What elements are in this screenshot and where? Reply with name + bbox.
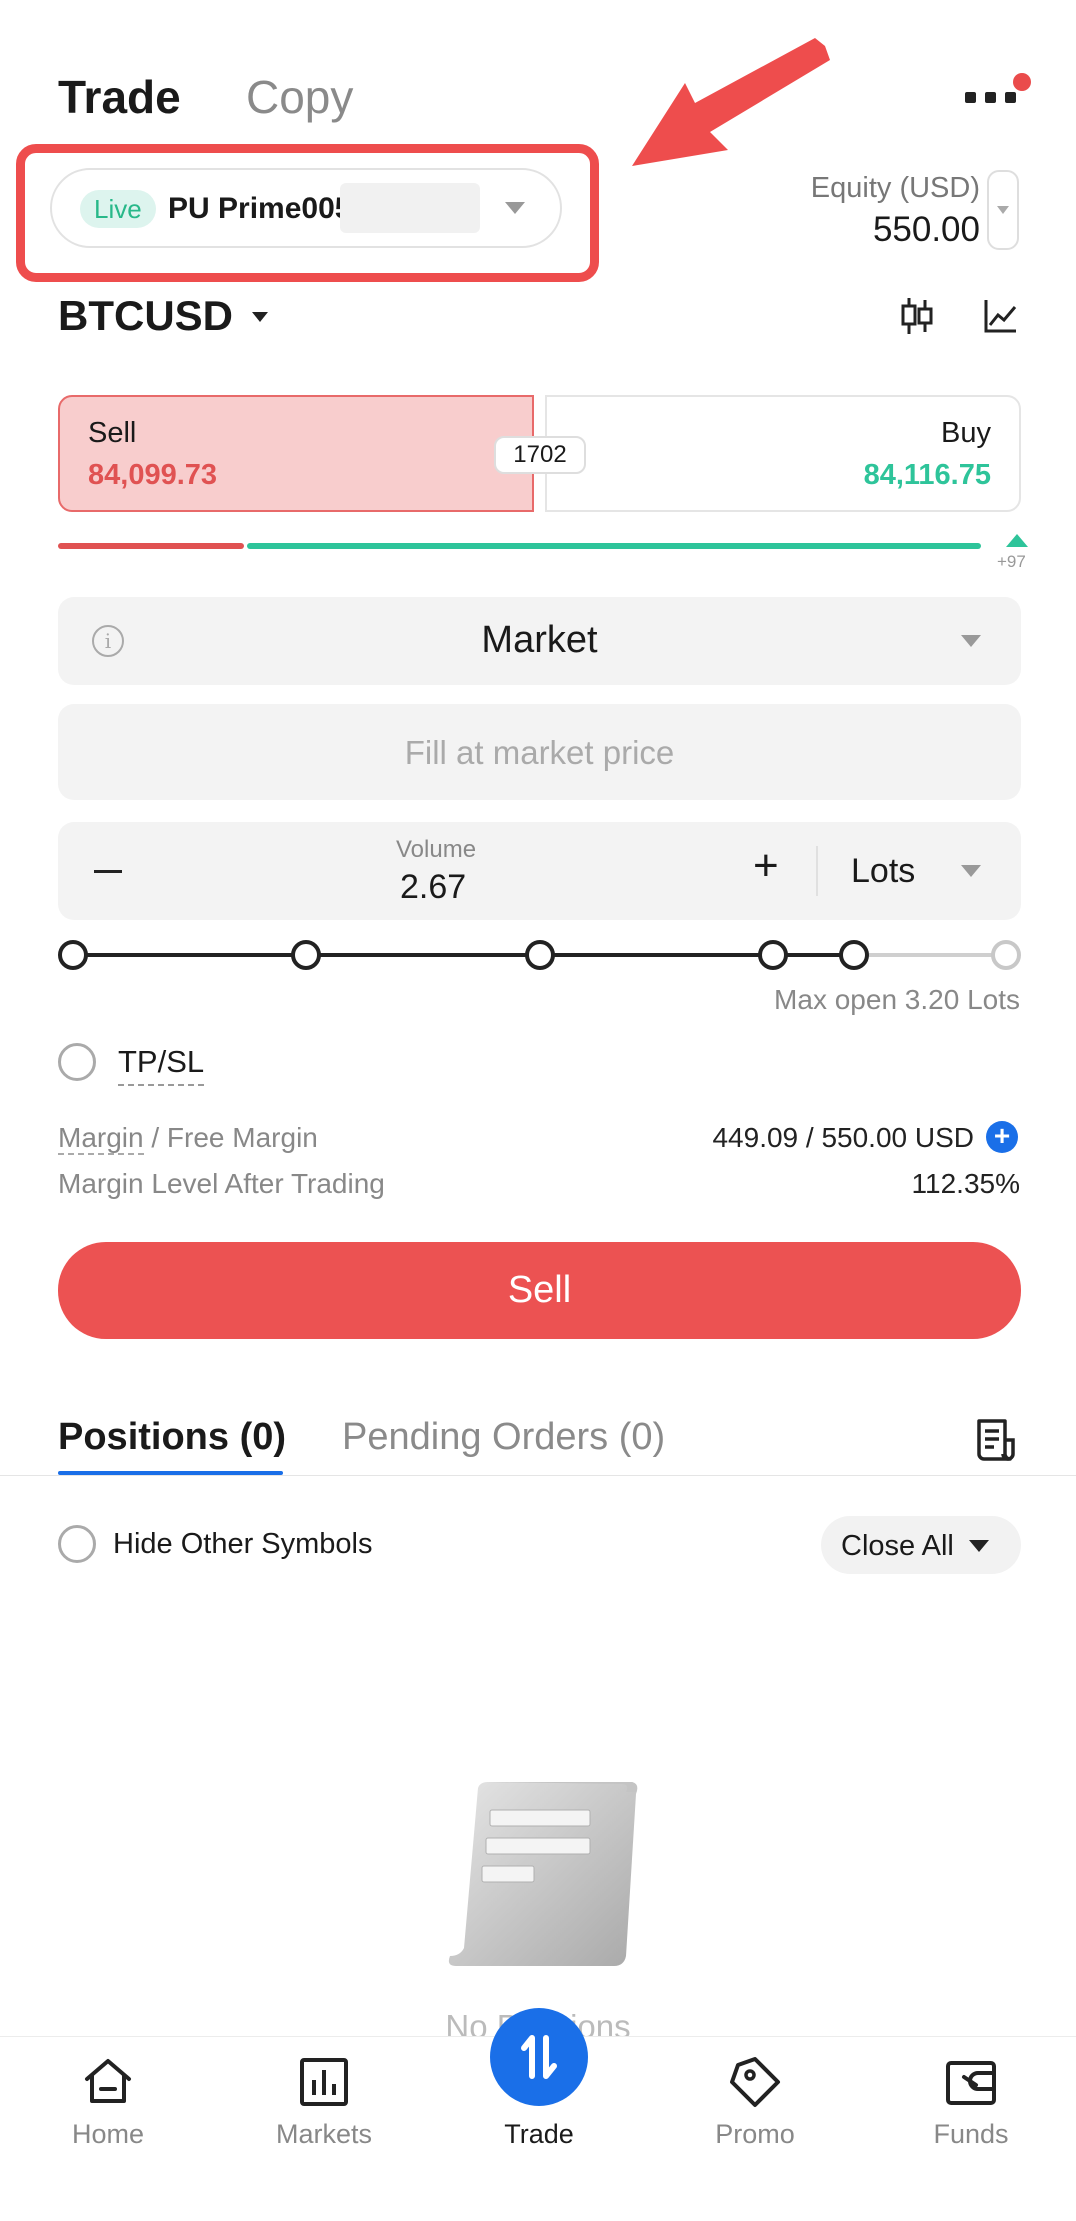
candlestick-chart-icon[interactable]	[900, 296, 934, 336]
nav-funds-label: Funds	[933, 2119, 1009, 2149]
history-document-icon[interactable]	[975, 1418, 1017, 1462]
volume-stepper[interactable]: Volume 2.67 + Lots	[58, 822, 1021, 920]
nav-funds[interactable]: Funds	[901, 2055, 1041, 2150]
trade-icon	[521, 2035, 557, 2079]
tab-copy[interactable]: Copy	[246, 70, 353, 124]
nav-promo-label: Promo	[715, 2119, 795, 2149]
volume-input[interactable]: 2.67	[400, 868, 466, 907]
funds-icon	[946, 2061, 996, 2105]
nav-promo[interactable]: Promo	[685, 2055, 825, 2150]
buy-quote-button[interactable]: Buy 84,116.75	[545, 395, 1021, 512]
plus-icon[interactable]: +	[753, 844, 779, 888]
sell-label: Sell	[88, 417, 137, 449]
sell-price: 84,099.73	[88, 459, 218, 491]
margin-level-row: Margin Level After Trading 112.35%	[58, 1168, 1020, 1200]
max-open-label: Max open 3.20 Lots	[774, 984, 1020, 1015]
margin-row: Margin / Free Margin 449.09 / 550.00 USD	[58, 1122, 1020, 1155]
buy-label: Buy	[941, 417, 991, 449]
line-chart-icon[interactable]	[984, 298, 1018, 334]
free-margin-label: / Free Margin	[143, 1122, 318, 1153]
price-field: Fill at market price	[58, 704, 1021, 800]
chevron-down-icon[interactable]	[505, 202, 525, 214]
sentiment-delta: +97	[997, 552, 1026, 571]
price-placeholder: Fill at market price	[404, 734, 675, 771]
margin-level-label: Margin Level After Trading	[58, 1168, 385, 1199]
buy-price: 84,116.75	[863, 459, 991, 491]
tab-positions[interactable]: Positions (0)	[58, 1416, 286, 1459]
volume-slider-track[interactable]	[854, 953, 1004, 957]
nav-home-label: Home	[71, 2119, 145, 2149]
margin-value: 449.09 / 550.00 USD	[712, 1122, 974, 1153]
chevron-down-icon	[961, 635, 981, 647]
nav-markets-label: Markets	[275, 2119, 373, 2149]
trade-fab-button[interactable]	[490, 2008, 588, 2106]
equity-label: Equity (USD)	[810, 172, 980, 204]
hide-other-symbols-checkbox[interactable]	[58, 1525, 96, 1563]
account-name: PU Prime005	[168, 192, 352, 225]
symbol-name[interactable]: BTCUSD	[58, 292, 233, 340]
volume-slider-fill	[72, 953, 854, 957]
sell-quote-button[interactable]: Sell 84,099.73	[58, 395, 534, 512]
trend-up-icon	[1006, 534, 1028, 547]
slider-stop-100[interactable]	[991, 940, 1021, 970]
equity-value: 550.00	[872, 210, 980, 249]
buy-sentiment-bar	[247, 543, 981, 549]
home-icon	[85, 2059, 131, 2103]
annotation-arrow-icon	[632, 38, 830, 166]
close-all-label: Close All	[841, 1530, 954, 1562]
close-all-button[interactable]: Close All	[821, 1516, 1021, 1574]
sell-button[interactable]: Sell	[58, 1242, 1021, 1339]
margin-label: Margin	[58, 1122, 144, 1155]
promo-icon	[730, 2057, 780, 2107]
caret-down-icon	[969, 1540, 989, 1552]
sell-sentiment-bar	[58, 543, 244, 549]
add-funds-icon[interactable]: +	[986, 1121, 1018, 1153]
tab-pending-orders[interactable]: Pending Orders (0)	[342, 1416, 665, 1459]
slider-handle[interactable]	[839, 940, 869, 970]
unit-select[interactable]: Lots	[851, 852, 915, 891]
divider	[816, 846, 818, 896]
order-type-label: Market	[481, 619, 598, 661]
symbol-dropdown-icon[interactable]	[252, 312, 268, 322]
tab-trade[interactable]: Trade	[58, 70, 181, 124]
more-icon[interactable]	[965, 92, 1016, 103]
account-number-redacted	[340, 183, 480, 233]
slider-stop-75[interactable]	[758, 940, 788, 970]
notification-dot	[1013, 73, 1031, 91]
volume-label: Volume	[396, 836, 477, 863]
margin-level-value: 112.35%	[911, 1168, 1020, 1199]
tpsl-checkbox[interactable]	[58, 1043, 96, 1081]
slider-stop-25[interactable]	[291, 940, 321, 970]
chevron-down-icon[interactable]	[961, 865, 981, 877]
equity-expand-button[interactable]	[987, 170, 1019, 250]
slider-stop-0[interactable]	[58, 940, 88, 970]
nav-markets[interactable]: Markets	[254, 2055, 394, 2150]
nav-home[interactable]: Home	[38, 2055, 178, 2150]
empty-document-icon	[448, 1782, 638, 1966]
order-type-select[interactable]: i Market	[58, 597, 1021, 685]
hide-other-symbols-label[interactable]: Hide Other Symbols	[113, 1528, 373, 1561]
nav-trade-label: Trade	[504, 2119, 574, 2149]
spread-badge: 1702	[494, 436, 586, 474]
minus-icon[interactable]	[94, 870, 122, 873]
markets-icon	[300, 2058, 348, 2106]
live-badge: Live	[80, 190, 156, 228]
tpsl-label[interactable]: TP/SL	[118, 1044, 205, 1086]
slider-stop-50[interactable]	[525, 940, 555, 970]
divider	[0, 1475, 1076, 1476]
